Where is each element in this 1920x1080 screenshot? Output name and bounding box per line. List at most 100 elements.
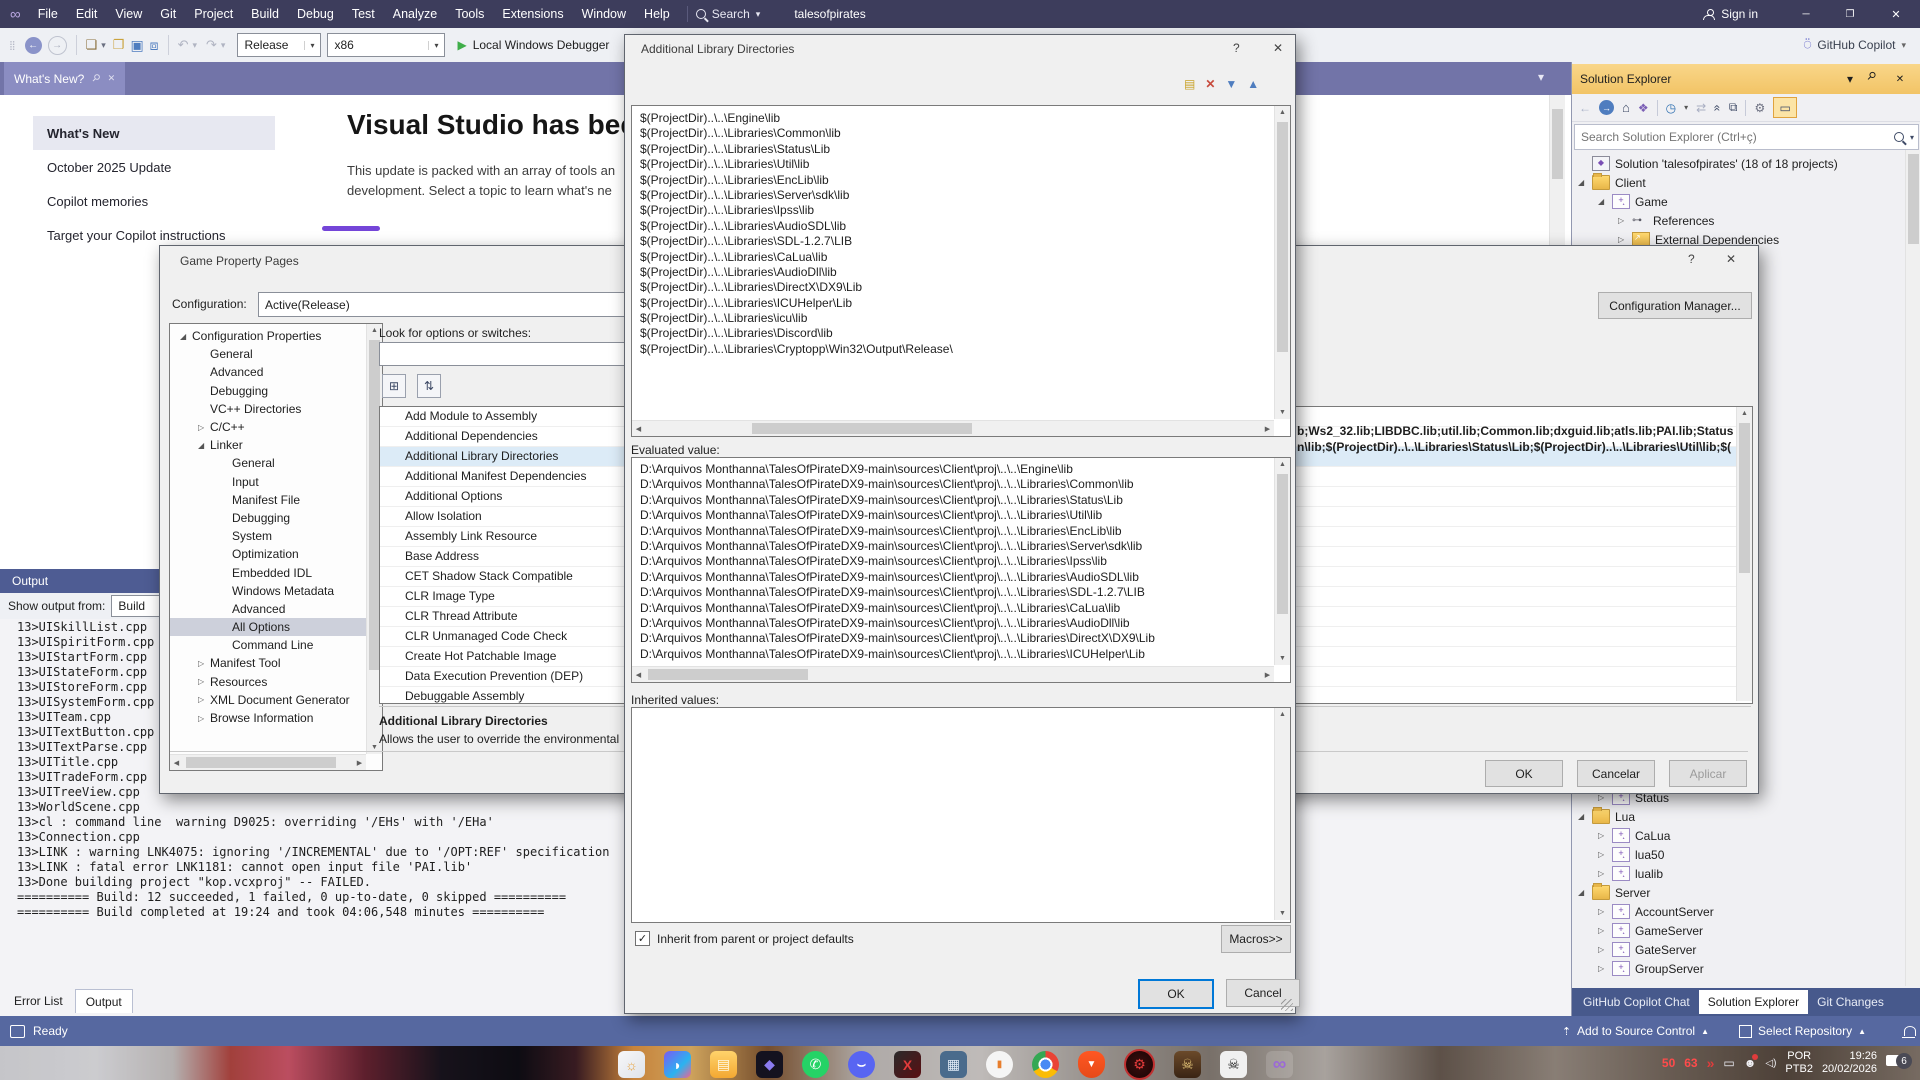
tree-item[interactable]: CaLua [1572,826,1902,845]
new-project-icon[interactable]: ❏ [86,37,98,53]
nav-forward-icon[interactable]: → [48,36,67,55]
discord-tray-icon[interactable]: ☻ [1744,1056,1757,1070]
notification-center-button[interactable]: 6 [1886,1053,1912,1073]
dialog-close-icon[interactable] [1273,41,1283,55]
nav-item[interactable]: Copilot memories [33,184,275,218]
tree-item[interactable]: Game [1572,192,1920,211]
directory-line[interactable]: $(ProjectDir)..\..\Libraries\EncLib\lib [640,173,1282,188]
resize-grip[interactable] [1281,999,1293,1011]
menu-item[interactable]: Edit [67,7,107,21]
evaluated-value-box[interactable]: D:\Arquivos Monthanna\TalesOfPirateDX9-m… [631,457,1291,683]
nav-item[interactable]: What's New [33,116,275,150]
property-tree-item[interactable]: C/C++ [170,418,382,436]
maximize-button[interactable] [1831,0,1869,28]
nav-back-icon[interactable]: ← [1579,101,1591,115]
expander-icon[interactable] [1598,197,1612,206]
window-position-chevron-icon[interactable] [1840,72,1860,86]
close-button[interactable] [1875,0,1917,28]
property-tree-item[interactable]: XML Document Generator [170,691,382,709]
menu-item[interactable]: View [106,7,151,21]
property-tree-item[interactable]: VC++ Directories [170,400,382,418]
help-icon[interactable] [1688,252,1695,266]
expander-icon[interactable] [1618,235,1632,244]
menu-item[interactable]: Project [185,7,242,21]
menu-item[interactable]: Extensions [493,7,572,21]
add-line-icon[interactable]: ▤ [1184,77,1195,91]
expander-icon[interactable] [1598,869,1612,878]
directory-line[interactable]: $(ProjectDir)..\..\Libraries\icu\lib [640,311,1282,326]
dropdown-caret-icon[interactable]: ▾ [101,40,106,51]
menu-item[interactable]: Tools [446,7,493,21]
expander-icon[interactable] [198,659,210,668]
panel-tab[interactable]: Solution Explorer [1699,990,1808,1014]
property-tree-item[interactable]: Embedded IDL [170,563,382,581]
pin-icon[interactable] [1864,68,1886,90]
pirate-game-icon[interactable]: ☠ [1174,1051,1201,1078]
menu-item[interactable]: Debug [288,7,343,21]
expander-icon[interactable] [1598,945,1612,954]
property-tree-item[interactable]: Manifest File [170,491,382,509]
run-button[interactable]: Local Windows Debugger [457,38,609,52]
switch-views-icon[interactable]: ❖ [1638,101,1649,115]
property-tree-item[interactable]: All Options [170,618,382,636]
solution-explorer-title-bar[interactable]: Solution Explorer [1572,64,1920,94]
property-tree-item[interactable]: System [170,527,382,545]
collapse-all-icon[interactable]: « [1711,104,1725,111]
menu-item[interactable]: Window [573,7,635,21]
copilot-icon[interactable]: ◗ [664,1051,691,1078]
categorized-view-icon[interactable]: ⊞ [382,374,406,398]
tab-list-chevron-icon[interactable] [1538,70,1544,84]
inherit-checkbox[interactable] [635,931,650,946]
evaluated-scrollbar-vertical[interactable]: ▲ ▼ [1274,458,1290,665]
inherited-values-box[interactable]: ▲ ▼ [631,707,1291,923]
delete-line-icon[interactable]: ✕ [1205,77,1215,91]
move-up-icon[interactable]: ▲ [1247,77,1259,91]
property-tree-item[interactable]: Optimization [170,545,382,563]
open-file-icon[interactable]: ❐ [113,37,125,53]
directory-line[interactable]: $(ProjectDir)..\..\Libraries\AudioSDL\li… [640,219,1282,234]
expander-icon[interactable] [198,714,210,723]
property-tree-item[interactable]: Linker [170,436,382,454]
separator[interactable] [1745,100,1746,116]
pc-monitor-icon[interactable]: ▭ [1723,1056,1734,1070]
menu-item[interactable]: Analyze [384,7,446,21]
volume-icon[interactable]: ◁) [1765,1058,1776,1069]
minimize-button[interactable] [1787,0,1825,28]
sort-az-icon[interactable]: ⇅ [417,374,441,398]
directory-line[interactable]: $(ProjectDir)..\..\Libraries\DirectX\DX9… [640,280,1282,295]
expander-icon[interactable] [180,332,192,341]
directory-line[interactable]: $(ProjectDir)..\..\Engine\lib [640,111,1282,126]
expander-icon[interactable] [198,423,210,432]
property-tree-item[interactable]: Manifest Tool [170,654,382,672]
directory-line[interactable]: $(ProjectDir)..\..\Libraries\Util\lib [640,157,1282,172]
whatsapp-icon[interactable]: ✆ [802,1051,829,1078]
directory-line[interactable]: $(ProjectDir)..\..\Libraries\Ipss\lib [640,203,1282,218]
evaluated-scrollbar-horizontal[interactable]: ◀ ▶ [632,666,1274,682]
property-tree-item[interactable]: Resources [170,673,382,691]
sign-in-button[interactable]: Sign in [1703,7,1758,21]
directories-scrollbar-vertical[interactable]: ▲ ▼ [1274,106,1290,419]
property-tree-item[interactable]: Debugging [170,382,382,400]
property-tree-item[interactable]: Command Line [170,636,382,654]
property-tree-item[interactable]: Browse Information [170,709,382,727]
tree-item[interactable]: lualib [1572,864,1902,883]
brave-icon[interactable]: ▼ [1078,1051,1105,1078]
tree-item[interactable]: GroupServer [1572,959,1902,978]
property-tree-item[interactable]: Input [170,473,382,491]
ok-button[interactable]: OK [1138,979,1214,1009]
expander-icon[interactable] [198,677,210,686]
dropdown-caret-icon[interactable]: ▾ [1684,103,1688,112]
inherited-scrollbar-vertical[interactable]: ▲ ▼ [1274,708,1290,920]
undo-icon[interactable]: ↶ [178,37,189,53]
configuration-combo[interactable]: Release [237,33,321,57]
menu-item[interactable]: Test [343,7,384,21]
save-all-icon[interactable]: ⧈ [150,37,159,54]
directory-line[interactable]: $(ProjectDir)..\..\Libraries\Status\Lib [640,142,1282,157]
toolbar-drag-handle[interactable]: ⣿ [9,40,16,51]
directory-line[interactable]: $(ProjectDir)..\..\Libraries\Discord\lib [640,326,1282,341]
separator[interactable] [168,35,169,55]
menu-item[interactable]: Build [242,7,288,21]
copy-icon[interactable]: ⧉ [1729,100,1738,115]
widgets-icon[interactable]: ☼ [618,1051,645,1078]
tab-whats-new[interactable]: What's New? [4,62,125,95]
